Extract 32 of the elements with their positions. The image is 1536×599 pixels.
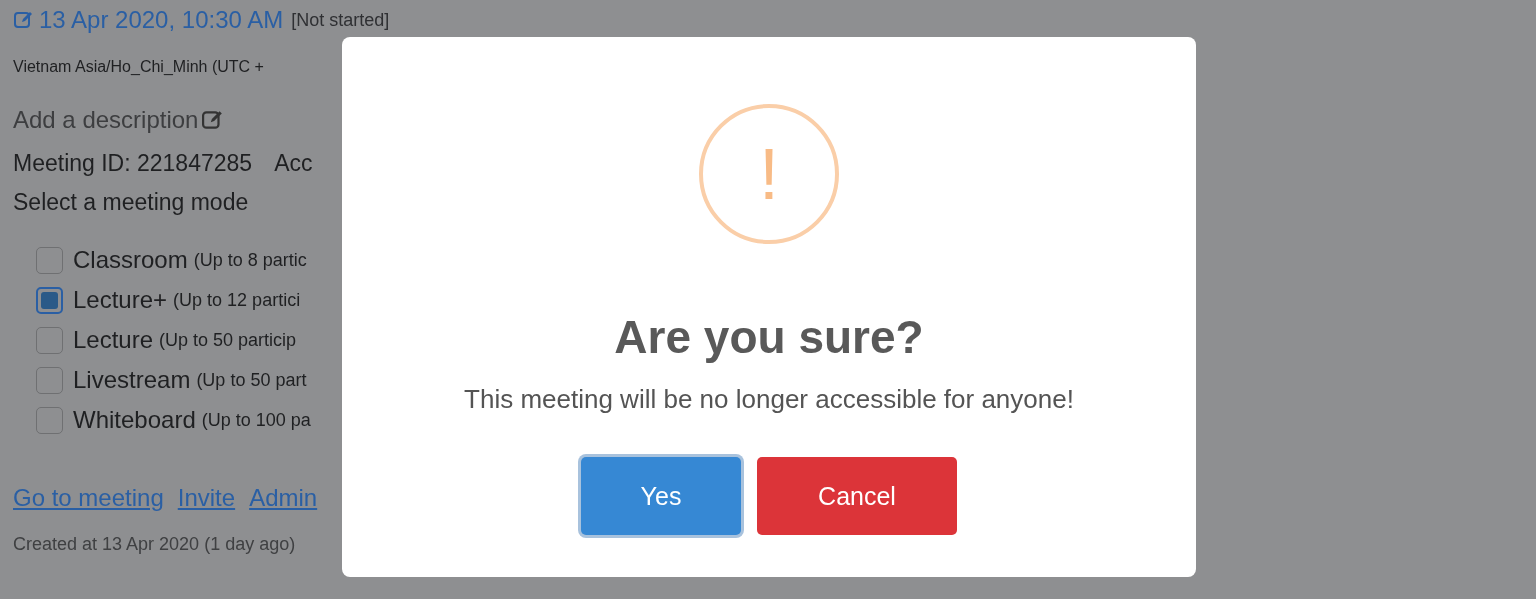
created-text: Created at 13 Apr 2020 (1 day ago): [13, 534, 297, 555]
mode-note: (Up to 50 particip: [159, 329, 297, 351]
mode-label: Lecture+: [73, 286, 168, 314]
mode-label: Classroom: [73, 246, 188, 274]
link[interactable]: Go to meeting: [13, 484, 164, 512]
timezone-text: Vietnam Asia/Ho_Chi_Minh (UTC +: [13, 58, 265, 76]
checkbox[interactable]: [36, 366, 63, 394]
mode-label: Livestream: [73, 366, 191, 394]
mode-label: Lecture: [73, 326, 154, 354]
link[interactable]: Invite: [177, 484, 236, 512]
mode-label: Whiteboard: [73, 406, 196, 434]
dialog-message: This meeting will be no longer accessible for anyone!: [464, 384, 1074, 415]
link[interactable]: Admin: [249, 484, 318, 512]
status-label: [Not started]: [291, 9, 390, 31]
edit-icon[interactable]: [13, 10, 35, 30]
mode-note: (Up to 100 pa: [201, 409, 311, 431]
description-placeholder[interactable]: Add a description: [13, 106, 199, 134]
checkbox[interactable]: [36, 286, 63, 314]
mode-heading: Select a meeting mode: [13, 189, 250, 216]
dialog-title: Are you sure?: [614, 310, 924, 364]
checkbox[interactable]: [36, 326, 63, 354]
mode-note: (Up to 8 partic: [193, 249, 307, 271]
checkbox[interactable]: [36, 246, 63, 274]
warning-icon: !: [699, 104, 839, 244]
cancel-button[interactable]: Cancel: [757, 457, 957, 535]
yes-button[interactable]: Yes: [581, 457, 741, 535]
meeting-datetime[interactable]: 13 Apr 2020, 10:30 AM: [39, 6, 284, 34]
mode-note: (Up to 50 part: [196, 369, 307, 391]
checkbox[interactable]: [36, 406, 63, 434]
mode-note: (Up to 12 partici: [173, 289, 301, 311]
meeting-id: Meeting ID: 221847285: [13, 150, 253, 177]
meeting-id-extra: Acc: [274, 150, 313, 177]
